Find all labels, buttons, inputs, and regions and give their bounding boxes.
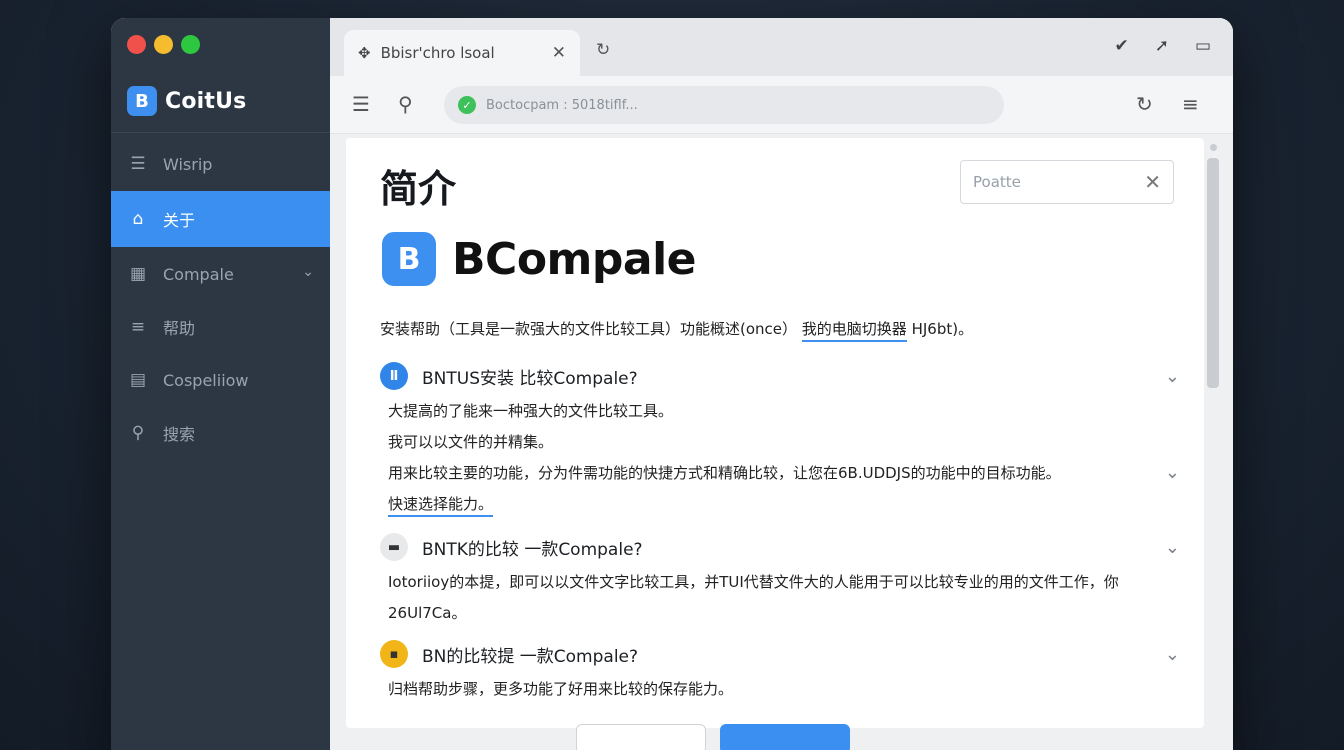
url-text: Boctocpam : 5018tiflf...: [486, 97, 638, 113]
brand-name: CoitUs: [165, 88, 247, 114]
folder-icon: ▪: [380, 640, 408, 668]
tab-bar: ✥ Bbisr'chro lsoal ✕ ↻ ✔ ➚ ▭: [330, 18, 1233, 76]
browser-tab[interactable]: ✥ Bbisr'chro lsoal ✕: [344, 30, 580, 76]
faq-title: BNTUS安装 比较Compale?: [422, 368, 638, 389]
sidebar-item-label: Wisrip: [163, 154, 213, 174]
menu-icon[interactable]: ≡: [1182, 92, 1199, 116]
info-icon: Ⅱ: [380, 362, 408, 390]
faq-item: ▪ BN的比较提 一款Compale? ⌄ 归档帮助步骤，更多功能了好用来比较的…: [380, 640, 1180, 699]
chevron-down-icon[interactable]: ⌄: [1165, 366, 1180, 387]
faq-link[interactable]: 快速选择能力。: [388, 495, 494, 517]
secure-icon: ✓: [458, 96, 476, 114]
intro-link[interactable]: 我的电脑切换器: [801, 320, 907, 342]
faq-text: 归档帮助步骤，更多功能了好用来比较的保存能力。: [388, 680, 734, 698]
sidebar-item-label: 关于: [163, 211, 196, 230]
faq-header[interactable]: Ⅱ BNTUS安装 比较Compale? ⌄: [380, 362, 1180, 390]
clear-icon[interactable]: ✕: [1144, 170, 1161, 194]
faq-item: ▬ BNTK的比较 一款Compale? ⌄ Iotoriioy的本提，即可以以…: [380, 533, 1180, 623]
primary-button[interactable]: [720, 724, 850, 750]
faq-title: BNTK的比较 一款Compale?: [422, 539, 643, 560]
scroll-up-button[interactable]: [1210, 144, 1217, 151]
faq-text-content: 用来比较主要的功能，分为件需功能的快捷方式和精确比较，让您在6B.UDDJS的功…: [388, 464, 1061, 482]
calendar-icon: ▦: [129, 264, 147, 284]
faq-text: 大提高的了能来一种强大的文件比较工具。: [388, 402, 674, 420]
scrollbar[interactable]: [1207, 142, 1219, 702]
content-card: 简介 Poatte ✕ B BCompale 安装帮助（工具是一款强大的文件比较…: [346, 138, 1204, 728]
intro-text: 安装帮助（工具是一款强大的文件比较工具）功能概述(once） 我的电脑切换器 H…: [380, 318, 974, 342]
app-window: B CoitUs ☰ Wisrip ⌂ 关于 ▦ Compale ⌄ ≡ 帮助: [111, 18, 1233, 750]
faq-item: Ⅱ BNTUS安装 比较Compale? ⌄ 大提高的了能来一种强大的文件比较工…: [380, 362, 1180, 517]
chevron-down-icon[interactable]: ⌄: [302, 264, 314, 280]
product-name: BCompale: [452, 233, 697, 285]
product-logo-icon: B: [382, 232, 436, 286]
sidebar-item-search[interactable]: ⚲ 搜索: [111, 407, 330, 459]
footer-buttons: [576, 724, 850, 750]
faq-text: Iotoriioy的本提，即可以以文件文字比较工具，并TUI代替文件大的人能用于…: [388, 573, 1119, 591]
divider: [111, 132, 330, 133]
chevron-down-icon[interactable]: ⌄: [1165, 537, 1180, 558]
intro-text-part: 安装帮助（工具是一款强大的文件比较工具）功能概述(once）: [380, 320, 798, 338]
menu-icon: ≡: [130, 317, 146, 337]
scrollbar-thumb[interactable]: [1207, 158, 1219, 388]
faq-text: 我可以以文件的并精集。: [388, 433, 554, 451]
pin-icon[interactable]: ➚: [1155, 36, 1169, 56]
faq-title: BN的比较提 一款Compale?: [422, 646, 639, 667]
reload-icon[interactable]: ↻: [596, 40, 610, 60]
sidebar-item-label: Compale: [163, 264, 234, 284]
sidebar-item-help[interactable]: ≡ 帮助: [111, 301, 330, 353]
intro-text-part: HJ6bt)。: [911, 320, 974, 338]
brand-logo-icon: B: [127, 86, 157, 116]
sidebar-item-wisrip[interactable]: ☰ Wisrip: [111, 138, 330, 190]
sidebar-item-about[interactable]: ⌂ 关于: [111, 191, 330, 247]
faq-text: 用来比较主要的功能，分为件需功能的快捷方式和精确比较，让您在6B.UDDJS的功…: [380, 462, 1180, 483]
tab-title: Bbisr'chro lsoal: [380, 44, 495, 62]
brand[interactable]: B CoitUs: [127, 86, 246, 116]
close-icon[interactable]: ✕: [552, 43, 566, 63]
chevron-down-icon[interactable]: ⌄: [1165, 462, 1180, 483]
sidebar-item-label: Cospeliiow: [163, 370, 249, 390]
home-icon: ⌂: [132, 209, 144, 229]
sidebar-item-label: 帮助: [163, 319, 196, 338]
faq-text: 快速选择能力。: [380, 493, 1180, 517]
sidebar-toggle-icon[interactable]: ▭: [1195, 36, 1211, 56]
faq-text: 26Ul7Ca。: [388, 604, 467, 622]
refresh-icon[interactable]: ↻: [1136, 92, 1153, 116]
hamburger-icon[interactable]: ☰: [352, 92, 370, 116]
window-toolbar-icons: ✔ ➚ ▭: [1114, 36, 1211, 56]
main-area: ✥ Bbisr'chro lsoal ✕ ↻ ✔ ➚ ▭ ☰ ⚲ ✓ Bocto…: [330, 18, 1233, 750]
puzzle-icon: ✥: [358, 44, 371, 62]
document-icon: ▤: [129, 370, 147, 390]
secondary-button[interactable]: [576, 724, 706, 750]
file-icon: ▬: [380, 533, 408, 561]
page-title: 简介: [380, 167, 457, 211]
search-placeholder: Poatte: [973, 173, 1021, 191]
url-bar[interactable]: ✓ Boctocpam : 5018tiflf...: [444, 86, 1004, 124]
sidebar: B CoitUs ☰ Wisrip ⌂ 关于 ▦ Compale ⌄ ≡ 帮助: [111, 18, 330, 750]
close-window-button[interactable]: [127, 35, 146, 54]
product-logo: B BCompale: [382, 232, 697, 286]
sidebar-item-compale[interactable]: ▦ Compale ⌄: [111, 248, 330, 300]
sidebar-item-cospeliiow[interactable]: ▤ Cospeliiow: [111, 354, 330, 406]
maximize-window-button[interactable]: [181, 35, 200, 54]
search-input[interactable]: Poatte ✕: [960, 160, 1174, 204]
chevron-down-icon[interactable]: ⌄: [1165, 644, 1180, 665]
list-icon: ☰: [130, 154, 146, 174]
faq-header[interactable]: ▪ BN的比较提 一款Compale? ⌄: [380, 640, 1180, 668]
sidebar-nav: ☰ Wisrip ⌂ 关于 ▦ Compale ⌄ ≡ 帮助 ▤ Cospeli…: [111, 138, 330, 460]
browser-toolbar: ☰ ⚲ ✓ Boctocpam : 5018tiflf... ↻ ≡: [330, 76, 1233, 134]
faq-header[interactable]: ▬ BNTK的比较 一款Compale? ⌄: [380, 533, 1180, 561]
window-controls: [127, 35, 200, 54]
search-icon: ⚲: [131, 423, 145, 443]
minimize-window-button[interactable]: [154, 35, 173, 54]
check-icon[interactable]: ✔: [1114, 36, 1128, 56]
sidebar-item-label: 搜索: [163, 425, 196, 444]
search-icon[interactable]: ⚲: [398, 92, 413, 116]
